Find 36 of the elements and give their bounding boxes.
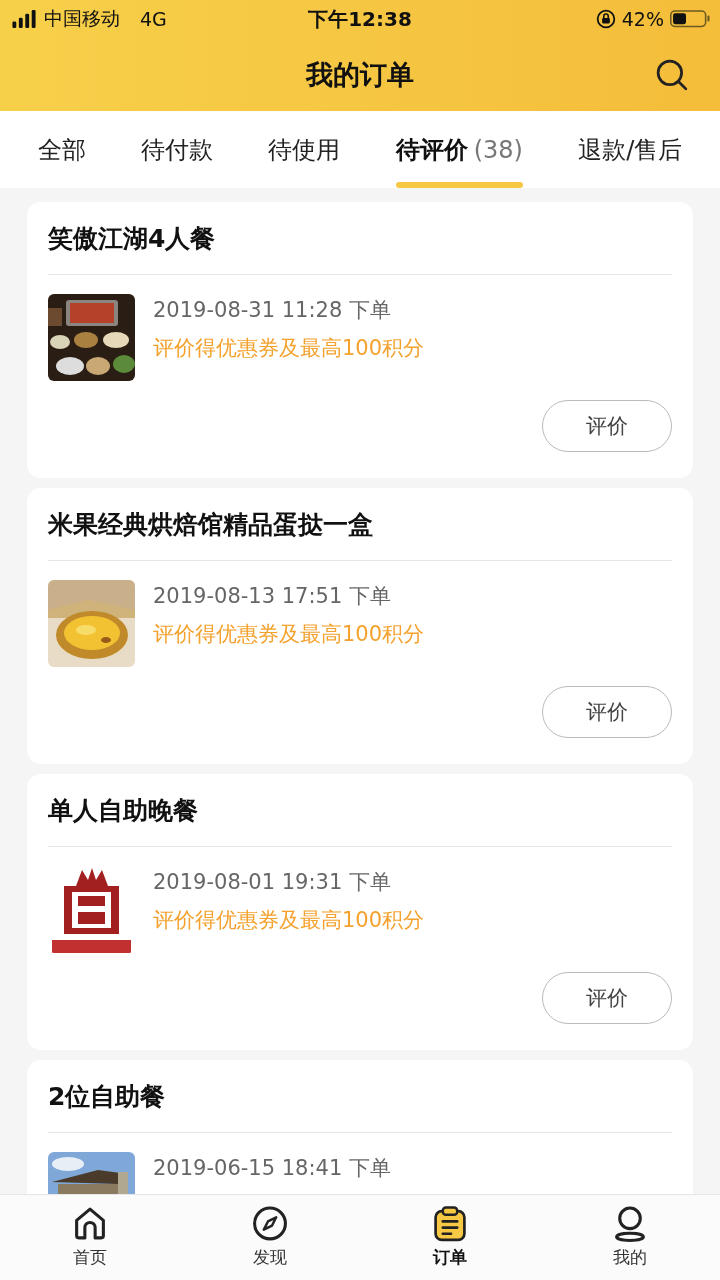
review-button[interactable]: 评价 — [542, 972, 672, 1024]
filter-tab[interactable]: 退款/售后 — [578, 111, 683, 188]
reward-hint: 评价得优惠券及最高100积分 — [153, 621, 425, 648]
rotation-lock-icon — [595, 9, 616, 29]
order-date: 2019-08-13 17:51 下单 — [153, 583, 392, 610]
nav-tab[interactable]: 发现 — [210, 1195, 330, 1280]
order-title: 米果经典烘焙馆精品蛋挞一盒 — [48, 508, 374, 541]
nav-tab[interactable]: 订单 — [390, 1195, 510, 1280]
carrier-name: 中国移动 — [44, 6, 120, 31]
order-date: 2019-06-15 18:41 下单 — [153, 1155, 391, 1182]
filter-tab[interactable]: 待付款 — [141, 111, 213, 188]
review-button[interactable]: 评价 — [542, 400, 672, 452]
network-type: 4G — [140, 8, 167, 30]
nav-tab[interactable]: 首页 — [30, 1195, 150, 1280]
filter-tab[interactable]: 待使用 — [268, 111, 341, 188]
search-icon[interactable] — [656, 58, 688, 91]
order-date: 2019-08-31 11:28 下单 — [153, 297, 392, 324]
order-title: 单人自助晚餐 — [48, 794, 199, 827]
nav-tab[interactable]: 我的 — [570, 1195, 690, 1280]
person-icon — [612, 1206, 648, 1242]
reward-hint: 评价得优惠券及最高100积分 — [153, 335, 425, 362]
order-date: 2019-08-01 19:31 下单 — [153, 869, 392, 896]
review-button[interactable]: 评价 — [542, 686, 672, 738]
battery-icon — [670, 10, 710, 28]
compass-icon — [252, 1206, 288, 1242]
status-time: 下午12:38 — [308, 5, 412, 33]
reward-hint: 评价得优惠券及最高100积分 — [153, 907, 425, 934]
filter-tab[interactable]: 全部 — [37, 111, 86, 188]
order-title: 笑傲江湖4人餐 — [48, 222, 217, 255]
signal-icon — [10, 10, 38, 28]
clipboard-icon — [432, 1206, 468, 1242]
page-title: 我的订单 — [306, 57, 414, 92]
battery-percent: 42% — [621, 8, 664, 30]
filter-tab[interactable]: 待评价 (38) — [395, 111, 523, 188]
order-title: 2位自助餐 — [48, 1080, 167, 1113]
home-icon — [72, 1206, 108, 1242]
